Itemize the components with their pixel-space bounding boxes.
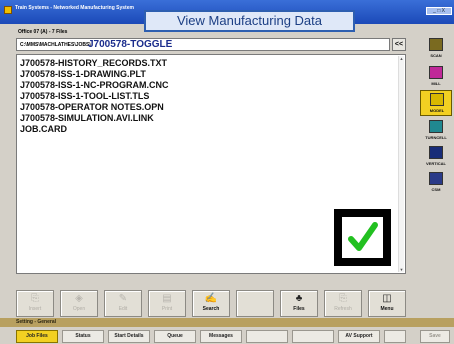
model-icon [430, 93, 444, 106]
tab-status[interactable]: Status [62, 330, 104, 343]
scanner-icon [429, 38, 443, 51]
mill-icon [429, 66, 443, 79]
tab-start-details[interactable]: Start Details [108, 330, 150, 343]
refresh-button[interactable]: ⎘ Refresh [324, 290, 362, 317]
button-label: Menu [380, 306, 394, 312]
save-button[interactable]: Save [420, 330, 450, 343]
path-job-name: J700578-TOGGLE [88, 39, 173, 50]
file-item[interactable]: J700578-SIMULATION.AVI.LINK [20, 113, 169, 124]
sidebar-item-label: MODEL [429, 108, 445, 113]
tab-empty[interactable] [246, 330, 288, 343]
check-icon [348, 222, 378, 251]
copy-icon: ⎘ [31, 293, 39, 304]
button-label: Open [72, 306, 86, 312]
sidebar-item-turncell[interactable]: TURNCELL [420, 118, 452, 144]
action-toolbar: ⎘ Insert ◈ Open ✎ Edit ▤ Print ✍ Search … [16, 290, 406, 318]
menu-button[interactable]: ◫ Menu [368, 290, 406, 317]
print-icon: ▤ [162, 293, 172, 304]
path-prefix: C:\MMS\MACHLATHES\JOBS\ [20, 42, 91, 48]
copy-icon: ⎘ [339, 293, 347, 304]
search-pen-icon: ✍ [204, 293, 218, 304]
button-label: Print [161, 306, 173, 312]
back-button[interactable]: << [392, 38, 406, 51]
sidebar-item-label: SCAN [430, 53, 442, 58]
sidebar-item-mill[interactable]: MILL [420, 64, 452, 90]
sidebar-item-vertical[interactable]: VERTICAL [420, 144, 452, 170]
button-label: Insert [28, 306, 42, 312]
insert-button[interactable]: ⎘ Insert [16, 290, 54, 317]
tab-queue[interactable]: Queue [154, 330, 196, 343]
button-label: Refresh [334, 306, 352, 312]
file-item[interactable]: J700578-ISS-1-NC-PROGRAM.CNC [20, 80, 169, 91]
sidebar-item-label: VERTICAL [426, 161, 446, 166]
button-label: Edit [118, 306, 128, 312]
print-button[interactable]: ▤ Print [148, 290, 186, 317]
section-header-label: Setting - General [16, 319, 57, 325]
file-item[interactable]: J700578-ISS-1-DRAWING.PLT [20, 69, 169, 80]
window-controls[interactable]: _ □ X [426, 7, 452, 15]
vertical-scrollbar[interactable]: ▲ ▼ [398, 56, 404, 272]
machine-sidebar: SCAN MILL MODEL TURNCELL VERTICAL CSM [420, 36, 452, 196]
files-button[interactable]: ♣ Files [280, 290, 318, 317]
vertical-icon [429, 146, 443, 159]
app-logo-icon [4, 6, 12, 14]
sidebar-item-csm[interactable]: CSM [420, 170, 452, 196]
bottom-tab-bar: Job Files Status Start Details Queue Mes… [0, 329, 454, 344]
turncell-icon [429, 120, 443, 133]
file-item[interactable]: J700578-OPERATOR NOTES.OPN [20, 102, 169, 113]
page-title: View Manufacturing Data [144, 10, 355, 32]
sidebar-item-model[interactable]: MODEL [420, 90, 452, 116]
empty-button[interactable] [236, 290, 274, 317]
tab-job-files[interactable]: Job Files [16, 330, 58, 343]
search-button[interactable]: ✍ Search [192, 290, 230, 317]
sidebar-item-scan[interactable]: SCAN [420, 36, 452, 62]
tab-messages[interactable]: Messages [200, 330, 242, 343]
sidebar-item-label: MILL [431, 81, 441, 86]
status-check-indicator [334, 209, 391, 266]
office-label: Office 07 (A) - 7 Files [18, 29, 68, 35]
edit-icon: ✎ [118, 293, 128, 304]
app-title: Train Systems - Networked Manufacturing … [15, 5, 134, 11]
section-header: Setting - General [0, 318, 454, 327]
tab-empty[interactable] [384, 330, 406, 343]
scroll-down-icon[interactable]: ▼ [399, 267, 404, 272]
files-icon: ♣ [295, 293, 303, 304]
csm-icon [429, 172, 443, 185]
menu-icon: ◫ [382, 293, 392, 304]
open-button[interactable]: ◈ Open [60, 290, 98, 317]
button-label: Search [202, 306, 220, 312]
tab-av-support[interactable]: AV Support [338, 330, 380, 343]
sidebar-item-label: TURNCELL [425, 135, 447, 140]
file-item[interactable]: J700578-HISTORY_RECORDS.TXT [20, 58, 169, 69]
path-field[interactable]: C:\MMS\MACHLATHES\JOBS\ J700578-TOGGLE [16, 38, 390, 51]
file-item[interactable]: JOB.CARD [20, 124, 169, 135]
edit-button[interactable]: ✎ Edit [104, 290, 142, 317]
open-icon: ◈ [75, 293, 83, 304]
button-label: Files [293, 306, 305, 312]
file-item[interactable]: J700578-ISS-1-TOOL-LIST.TLS [20, 91, 169, 102]
scroll-up-icon[interactable]: ▲ [399, 56, 404, 61]
sidebar-item-label: CSM [431, 187, 441, 192]
tab-empty[interactable] [292, 330, 334, 343]
